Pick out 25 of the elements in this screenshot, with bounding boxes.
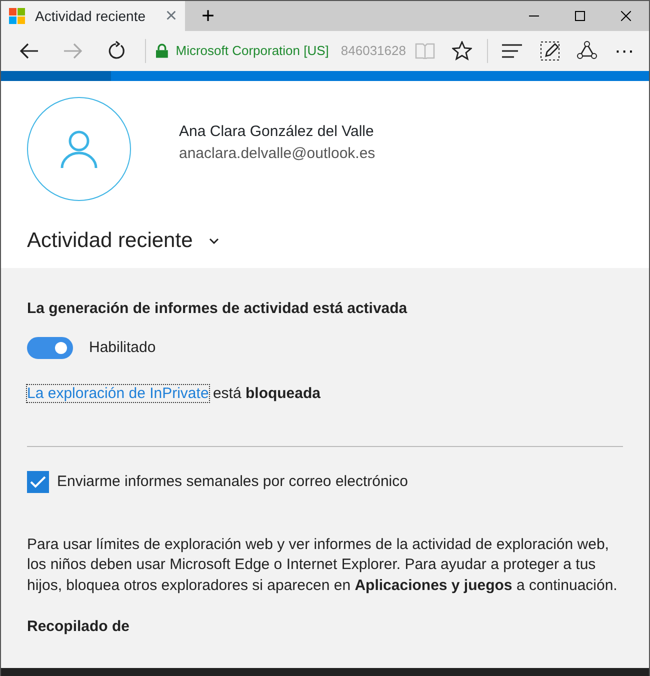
- checkbox[interactable]: [27, 470, 49, 493]
- lock-icon: [156, 43, 168, 59]
- inprivate-status-text: está bloqueada: [212, 385, 320, 402]
- section-heading: Recopilado de: [27, 616, 131, 637]
- more-button[interactable]: ···: [606, 33, 643, 69]
- back-arrow-icon: [19, 41, 39, 61]
- close-tab-button[interactable]: ×: [165, 6, 177, 26]
- section-dropdown[interactable]: Actividad reciente: [27, 225, 219, 256]
- profile-email: anaclara.delvalle@outlook.es: [179, 144, 376, 164]
- new-tab-button[interactable]: +: [185, 1, 231, 31]
- maximize-icon: [575, 11, 585, 21]
- profile-name: Ana Clara González del Valle: [179, 122, 375, 142]
- close-icon: [621, 11, 631, 21]
- toggle-switch[interactable]: [27, 336, 73, 359]
- settings-heading: La generación de informes de actividad está activada: [27, 299, 408, 319]
- inprivate-link[interactable]: La exploración de InPrivate: [27, 385, 209, 402]
- checkbox-label: Enviarme informes semanales por correo electrónico: [57, 472, 408, 492]
- windows-logo-icon: [9, 8, 25, 24]
- site-identity[interactable]: Microsoft Corporation [US]: [176, 41, 329, 61]
- toggle-label: Habilitado: [89, 338, 156, 358]
- info-paragraph: Para usar límites de exploración web y ver informes de la actividad de exploración web, los niños deben usar Microsoft Edge o Internet Explorer. Para ayudar a proteger a tus hijos, bloquea otros exploradores si aparecen en Aplicaciones y juegos a continuación.: [27, 535, 618, 596]
- forward-arrow-icon: [63, 41, 83, 61]
- refresh-icon: [107, 41, 127, 61]
- chevron-down-icon: [208, 238, 219, 244]
- tab-title[interactable]: Actividad reciente: [35, 6, 156, 26]
